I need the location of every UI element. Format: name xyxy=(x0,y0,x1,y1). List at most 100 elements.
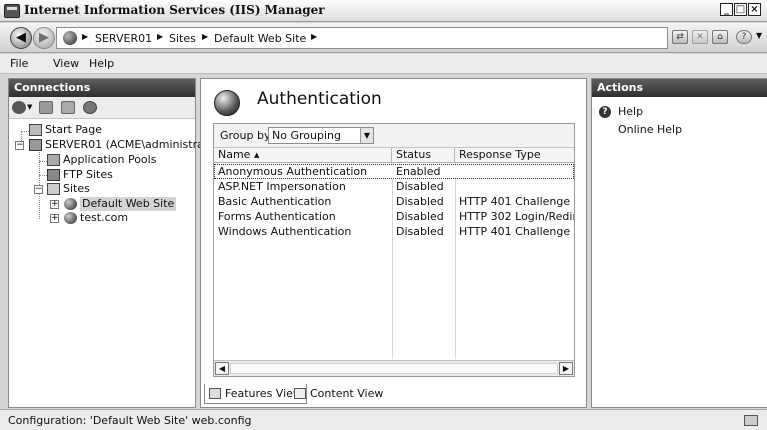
server-icon xyxy=(29,139,42,151)
column-header-response-type[interactable]: Response Type xyxy=(455,148,574,163)
cell-name: ASP.NET Impersonation xyxy=(218,180,346,193)
breadcrumb-default-web-site[interactable]: Default Web Site xyxy=(214,32,306,45)
tree-label: FTP Sites xyxy=(63,168,113,181)
group-by-value: No Grouping xyxy=(272,129,341,142)
tree-label: test.com xyxy=(80,211,129,224)
grid-header: Name ▲ Status Response Type xyxy=(214,148,574,163)
iis-app-icon xyxy=(4,4,20,18)
scroll-right-icon[interactable]: ▶ xyxy=(559,362,573,375)
breadcrumb-separator-icon: ▶ xyxy=(82,32,89,41)
back-arrow-icon[interactable]: ◀ xyxy=(10,27,32,49)
cell-response-type: HTTP 401 Challenge xyxy=(459,225,571,238)
application-pools-icon xyxy=(47,154,60,166)
start-page-icon xyxy=(29,124,42,136)
chevron-down-icon: ▼ xyxy=(360,128,373,143)
tab-label: Content View xyxy=(310,387,384,400)
menu-help[interactable]: Help xyxy=(89,57,114,70)
address-bar: ◀ ▶ ▶ SERVER01 ▶ Sites ▶ Default Web Sit… xyxy=(0,23,767,53)
breadcrumb-separator-icon: ▶ xyxy=(202,32,209,41)
table-row[interactable]: Anonymous Authentication Enabled xyxy=(214,164,574,179)
cell-response-type xyxy=(455,164,459,179)
breadcrumb-server[interactable]: SERVER01 xyxy=(95,32,152,45)
table-row[interactable]: ASP.NET Impersonation Disabled xyxy=(214,179,574,194)
breadcrumb-separator-icon: ▶ xyxy=(311,32,318,41)
connections-panel: Connections ▼ Start Page − SERVER01 (ACM… xyxy=(8,78,224,408)
features-view-icon xyxy=(209,388,221,399)
help-icon: ? xyxy=(599,106,611,118)
stop-icon[interactable]: ✕ xyxy=(692,30,708,44)
sites-folder-icon xyxy=(47,183,60,195)
chevron-down-icon[interactable]: ▼ xyxy=(27,103,32,111)
globe-icon xyxy=(64,212,77,224)
cell-name: Forms Authentication xyxy=(218,210,336,223)
title-bar: Internet Information Services (IIS) Mana… xyxy=(0,0,767,22)
tree-line xyxy=(39,175,47,176)
tree-label: Sites xyxy=(63,182,90,195)
status-bar: Configuration: 'Default Web Site' web.co… xyxy=(0,409,767,430)
actions-header: Actions xyxy=(592,79,767,97)
column-header-name[interactable]: Name ▲ xyxy=(214,148,392,163)
content-view-icon xyxy=(294,388,306,399)
action-online-help[interactable]: Online Help xyxy=(618,123,682,136)
help-dropdown-icon[interactable]: ? xyxy=(736,30,752,44)
tree-label: Application Pools xyxy=(63,153,157,166)
minimize-button[interactable]: _ xyxy=(720,3,733,16)
globe-icon xyxy=(63,31,77,45)
action-help[interactable]: Help xyxy=(618,105,643,118)
cell-response-type xyxy=(455,179,459,194)
authentication-globe-icon xyxy=(214,90,240,116)
menu-bar: File View Help xyxy=(0,54,767,74)
scroll-track[interactable] xyxy=(230,363,558,374)
breadcrumb-separator-icon: ▶ xyxy=(157,32,164,41)
connect-to-server-icon[interactable] xyxy=(12,101,26,114)
connections-header: Connections xyxy=(9,79,195,97)
tab-content-view[interactable]: Content View xyxy=(290,384,387,404)
cell-status: Disabled xyxy=(396,225,444,238)
connect-icon[interactable]: ⇄ xyxy=(672,30,688,44)
group-by-bar: Group by: No Grouping ▼ xyxy=(214,124,574,148)
cell-status: Disabled xyxy=(396,180,444,193)
network-status-icon xyxy=(744,415,758,426)
tree-line xyxy=(39,147,40,185)
address-field[interactable]: ▶ SERVER01 ▶ Sites ▶ Default Web Site ▶ xyxy=(56,27,668,49)
features-panel: Authentication Group by: No Grouping ▼ N… xyxy=(200,78,587,408)
forward-arrow-icon[interactable]: ▶ xyxy=(33,27,55,49)
refresh-icon[interactable] xyxy=(83,101,97,114)
collapse-sites-expander[interactable]: − xyxy=(34,185,43,194)
table-row[interactable]: Basic Authentication Disabled HTTP 401 C… xyxy=(214,194,574,209)
actions-panel: Actions ? Help Online Help xyxy=(591,78,767,408)
expand-test-com-expander[interactable]: + xyxy=(50,214,59,223)
table-row[interactable]: Forms Authentication Disabled HTTP 302 L… xyxy=(214,209,574,224)
maximize-button[interactable]: □ xyxy=(734,3,747,16)
collapse-server-expander[interactable]: − xyxy=(15,141,24,150)
status-text: Configuration: 'Default Web Site' web.co… xyxy=(8,414,252,427)
connections-toolbar: ▼ xyxy=(9,97,195,119)
horizontal-scrollbar[interactable]: ◀ ▶ xyxy=(214,360,574,376)
save-icon[interactable] xyxy=(39,101,53,114)
menu-view[interactable]: View xyxy=(53,57,79,70)
menu-file[interactable]: File xyxy=(10,57,28,70)
tree-label: SERVER01 (ACME\administrator) xyxy=(45,138,224,151)
breadcrumb-sites[interactable]: Sites xyxy=(169,32,196,45)
tree-label: Start Page xyxy=(45,123,102,136)
chevron-down-icon[interactable]: ▼ xyxy=(756,31,762,40)
close-button[interactable]: × xyxy=(748,3,761,16)
scroll-left-icon[interactable]: ◀ xyxy=(215,362,229,375)
cell-status: Disabled xyxy=(396,210,444,223)
cell-status: Enabled xyxy=(396,165,441,178)
page-title: Authentication xyxy=(257,89,382,109)
column-name-label: Name xyxy=(218,148,251,161)
home-icon[interactable]: ⌂ xyxy=(712,30,728,44)
table-row[interactable]: Windows Authentication Disabled HTTP 401… xyxy=(214,224,574,239)
group-by-label: Group by: xyxy=(220,129,274,142)
cell-name: Windows Authentication xyxy=(218,225,352,238)
tree-line xyxy=(39,161,47,162)
column-header-status[interactable]: Status xyxy=(392,148,455,163)
up-level-icon[interactable] xyxy=(61,101,75,114)
group-by-dropdown[interactable]: No Grouping ▼ xyxy=(268,127,374,144)
cell-response-type: HTTP 302 Login/Redirect xyxy=(459,210,574,223)
expand-default-web-site-expander[interactable]: + xyxy=(50,200,59,209)
tree-label: Default Web Site xyxy=(80,197,177,211)
globe-icon xyxy=(64,198,77,210)
cell-name: Basic Authentication xyxy=(218,195,332,208)
